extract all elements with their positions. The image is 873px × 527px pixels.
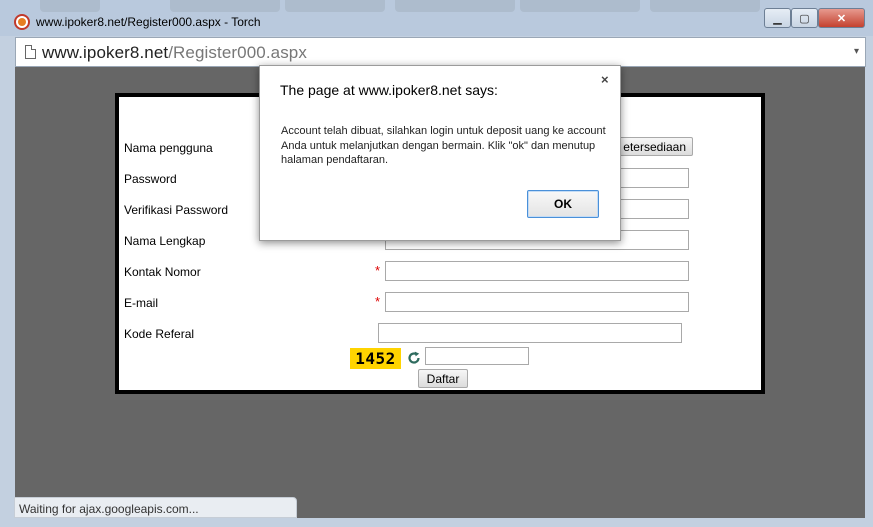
register-button[interactable]: Daftar (418, 369, 468, 388)
form-row-referral: Kode Referal (119, 323, 761, 345)
field-label: Password (124, 172, 177, 186)
email-input[interactable] (385, 292, 689, 312)
phone-input[interactable] (385, 261, 689, 281)
status-text: Waiting for ajax.googleapis.com... (19, 502, 199, 516)
url-text[interactable]: www.ipoker8.net/Register000.aspx (42, 43, 307, 63)
url-path: /Register000.aspx (168, 43, 307, 62)
dialog-message: Account telah dibuat, silahkan login unt… (281, 125, 606, 166)
background-tab[interactable] (395, 0, 515, 12)
field-label: Nama Lengkap (124, 234, 206, 248)
field-label: Nama pengguna (124, 141, 213, 155)
window-title: www.ipoker8.net/Register000.aspx - Torch (36, 15, 261, 29)
background-tab[interactable] (170, 0, 280, 12)
close-window-button[interactable]: ✕ (818, 8, 865, 28)
status-bar: Waiting for ajax.googleapis.com... (14, 497, 297, 518)
chevron-down-icon[interactable]: ▾ (854, 46, 859, 57)
required-marker: * (375, 263, 381, 278)
field-label: E-mail (124, 296, 159, 310)
background-tab[interactable] (285, 0, 385, 12)
form-row-email: E-mail * (119, 292, 761, 314)
required-marker: * (375, 294, 381, 309)
background-tab[interactable] (520, 0, 640, 12)
title-bar[interactable]: www.ipoker8.net/Register000.aspx - Torch… (0, 0, 873, 36)
field-label: Verifikasi Password (124, 203, 229, 217)
field-label: Kode Referal (124, 327, 195, 341)
captcha-code: 1452 (350, 348, 401, 369)
background-tab[interactable] (40, 0, 100, 12)
browser-window: www.ipoker8.net/Register000.aspx - Torch… (0, 0, 873, 527)
dialog-title: The page at www.ipoker8.net says: (280, 82, 498, 98)
torch-logo-icon (14, 14, 30, 30)
close-icon[interactable]: × (601, 72, 609, 87)
minimize-button[interactable]: ▁ (764, 8, 791, 28)
captcha-input[interactable] (425, 347, 529, 365)
page-icon (25, 45, 36, 59)
window-bottom-border (15, 518, 865, 527)
alert-dialog: The page at www.ipoker8.net says: × Acco… (259, 65, 621, 241)
refresh-icon[interactable] (407, 351, 421, 365)
url-host: www.ipoker8.net (42, 43, 169, 62)
background-tab[interactable] (650, 0, 760, 12)
ok-button[interactable]: OK (527, 190, 599, 218)
address-bar[interactable]: www.ipoker8.net/Register000.aspx ▾ (15, 37, 866, 67)
field-label: Kontak Nomor (124, 265, 201, 279)
maximize-button[interactable]: ▢ (791, 8, 818, 28)
referral-code-input[interactable] (378, 323, 682, 343)
check-availability-button[interactable]: etersediaan (615, 137, 693, 156)
form-row-phone: Kontak Nomor * (119, 261, 761, 283)
